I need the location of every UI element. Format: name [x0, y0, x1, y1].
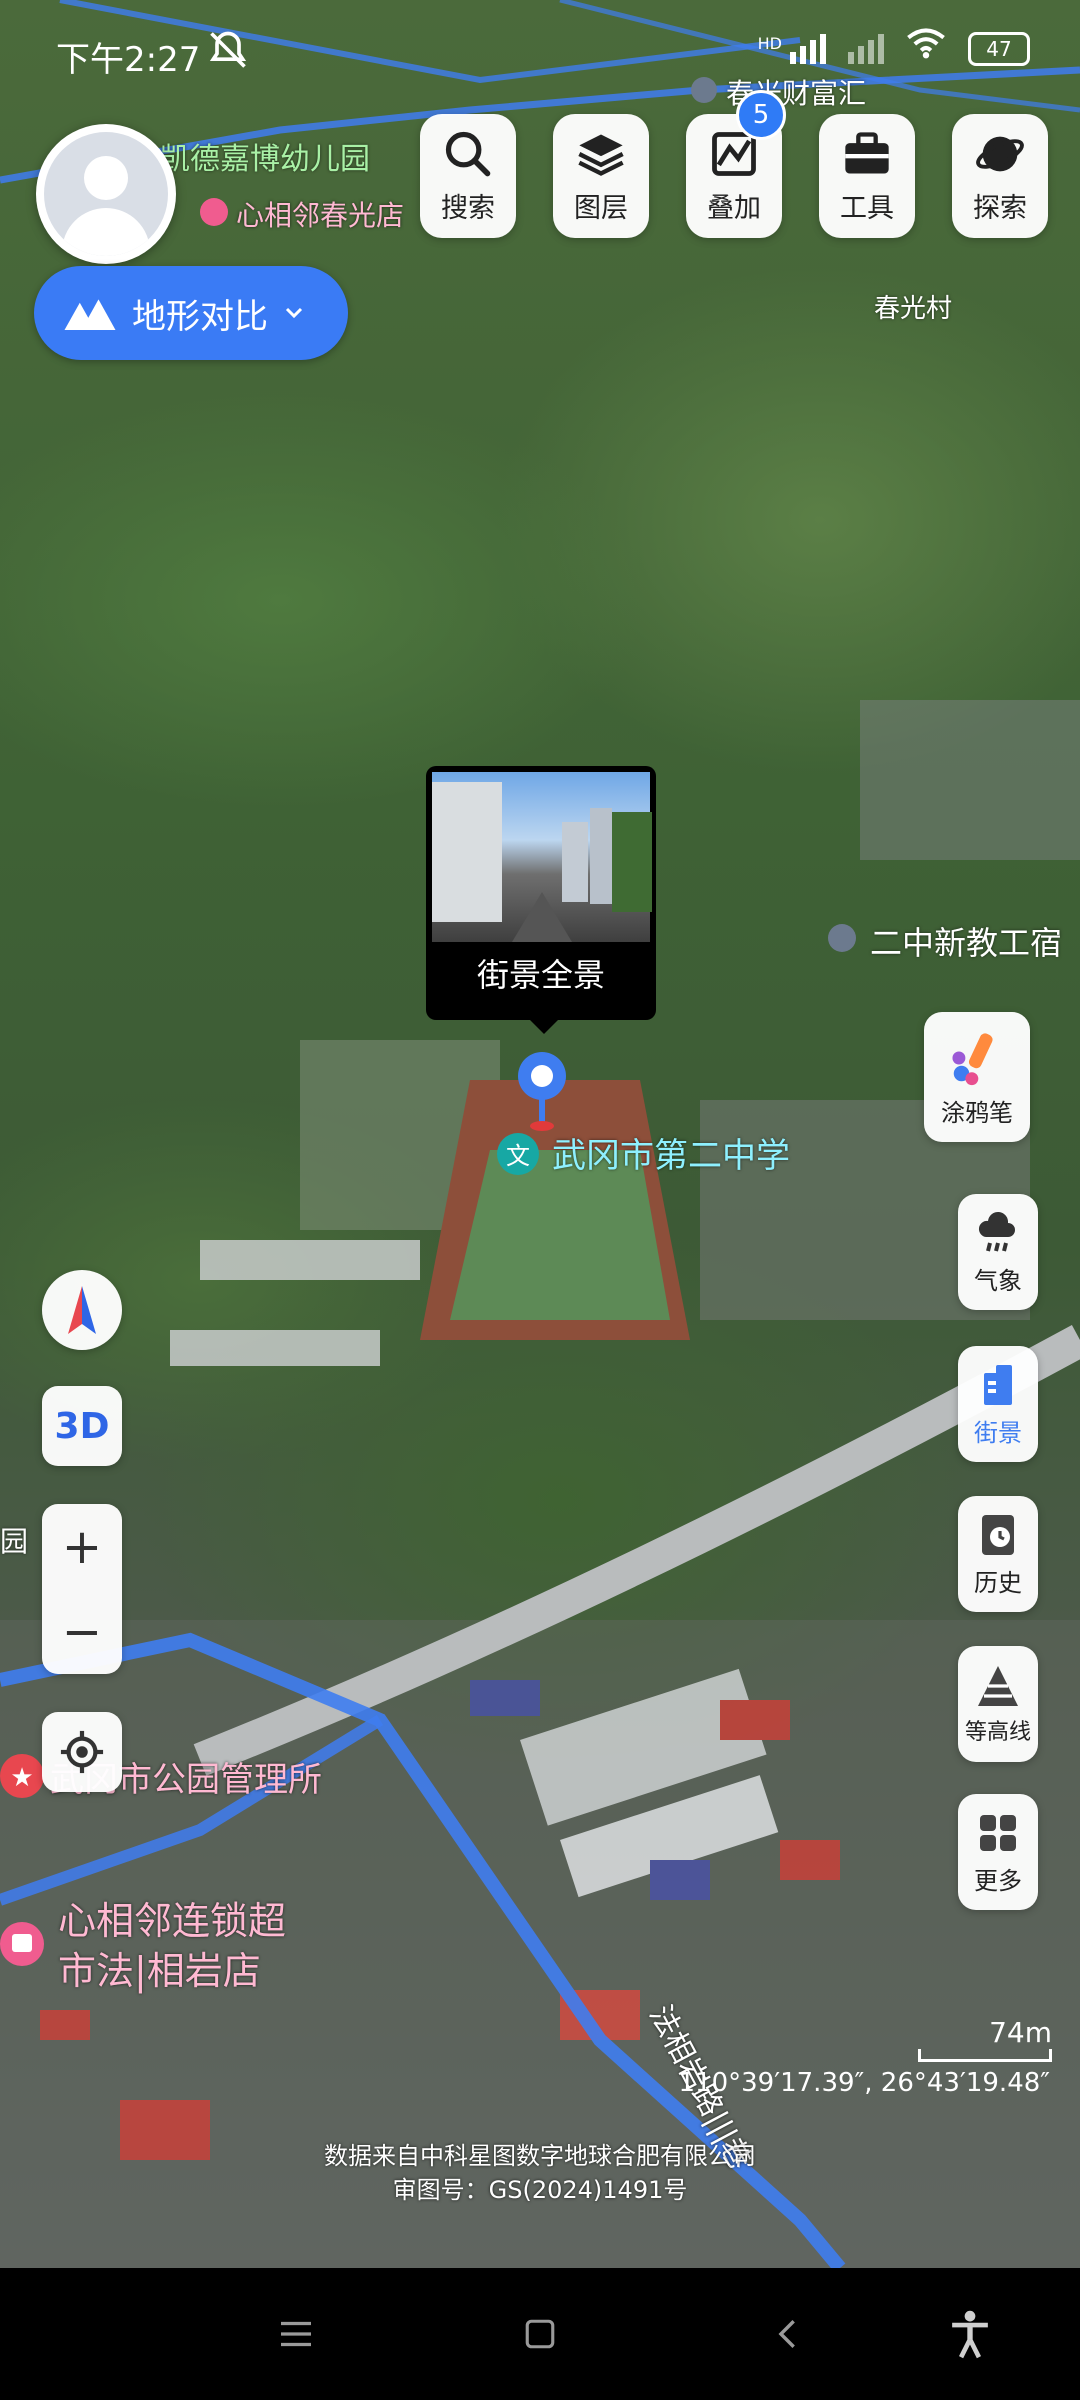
- dorm-marker[interactable]: [828, 924, 856, 952]
- contour-button[interactable]: 等高线: [958, 1646, 1038, 1762]
- contour-label: 等高线: [964, 1720, 1031, 1745]
- battery-icon: 47: [968, 31, 1030, 66]
- mute-icon: [206, 28, 250, 81]
- terrain-compare-label: 地形对比: [132, 296, 268, 337]
- poi-supermarket-line2[interactable]: 市法|相岩店: [58, 1940, 261, 1995]
- supermarket-marker[interactable]: [0, 1922, 44, 1966]
- poi-supermarket-line1[interactable]: 心相邻连锁超: [58, 1890, 286, 1945]
- zoom-out-button[interactable]: −: [42, 1589, 122, 1674]
- street-view-popup-tip: [528, 1018, 560, 1034]
- zoom-in-button[interactable]: +: [42, 1504, 122, 1589]
- signal-icon: HD: [757, 33, 826, 64]
- mountain-icon: [64, 299, 116, 330]
- more-label: 更多: [974, 1866, 1022, 1895]
- layers-label: 图层: [574, 192, 628, 224]
- poi-dorm[interactable]: 二中新教工宿: [870, 918, 1062, 964]
- weather-label: 气象: [974, 1266, 1022, 1295]
- poi-left-fragment: 园: [0, 1525, 29, 1558]
- wifi-icon: [906, 28, 946, 69]
- scale-bar: [918, 2049, 1052, 2062]
- toolbox-icon: [845, 131, 889, 173]
- attribution-line2: 审图号：GS(2024)1491号: [392, 2176, 688, 2204]
- 3d-toggle-button[interactable]: 3D: [42, 1386, 122, 1466]
- history-icon: [982, 1514, 1014, 1555]
- layers-icon: [578, 134, 624, 176]
- system-nav-bar: [0, 2268, 1080, 2400]
- scale-distance: 74m: [989, 2016, 1052, 2049]
- building-marker[interactable]: [691, 77, 717, 103]
- brush-button[interactable]: 涂鸦笔: [924, 1012, 1030, 1142]
- poi-school[interactable]: 武冈市第二中学: [552, 1128, 790, 1177]
- back-icon: [778, 2320, 795, 2348]
- explore-label: 探索: [973, 192, 1027, 224]
- user-avatar[interactable]: [36, 124, 176, 264]
- back-nav-button[interactable]: [758, 2308, 818, 2360]
- layers-button[interactable]: 图层: [553, 114, 649, 238]
- street-view-popup[interactable]: 街景全景: [426, 766, 656, 1020]
- street-view-thumbnail: [432, 772, 652, 942]
- street-view-label: 街景全景: [476, 956, 605, 994]
- svg-text:★: ★: [10, 1763, 33, 1793]
- coordinates-readout: 110°39′17.39″, 26°43′19.48″: [678, 2068, 1050, 2098]
- signal-2-icon: [848, 33, 884, 64]
- street-view-icon: [984, 1364, 1012, 1405]
- menu-icon: [281, 2321, 311, 2347]
- attribution-line1: 数据来自中科星图数字地球合肥有限公司: [324, 2142, 756, 2170]
- map-scale: 74m: [918, 2016, 1052, 2062]
- accessibility-nav-button[interactable]: [940, 2308, 1000, 2360]
- poi-chunguang-village[interactable]: 春光村: [874, 288, 952, 325]
- history-label: 历史: [974, 1568, 1022, 1597]
- explore-button[interactable]: 探索: [952, 114, 1048, 238]
- accessibility-icon: [952, 2310, 988, 2359]
- status-bar: 下午2:27 HD 47: [56, 28, 1030, 81]
- search-button[interactable]: 搜索: [420, 114, 516, 238]
- overlay-label: 叠加: [707, 192, 761, 224]
- contour-icon: [978, 1666, 1018, 1706]
- menu-nav-button[interactable]: [266, 2308, 326, 2360]
- street-view-button[interactable]: 街景: [958, 1346, 1038, 1462]
- brush-icon: [952, 1032, 993, 1085]
- park-office-marker[interactable]: ★: [0, 1754, 44, 1798]
- zoom-control: + −: [42, 1504, 122, 1674]
- locate-button[interactable]: [42, 1712, 122, 1792]
- compass-icon: [68, 1286, 96, 1334]
- status-time: 下午2:27: [56, 40, 201, 80]
- school-marker[interactable]: 文: [497, 1133, 539, 1175]
- home-square-icon: [525, 2319, 555, 2349]
- store-marker[interactable]: [200, 198, 228, 226]
- hd-label: HD: [757, 33, 782, 53]
- poi-store-top[interactable]: 心相邻春光店: [236, 194, 404, 234]
- svg-text:文: 文: [506, 1142, 530, 1170]
- terrain-compare-button[interactable]: 地形对比: [34, 266, 348, 360]
- more-button[interactable]: 更多: [958, 1794, 1038, 1910]
- planet-icon: [976, 136, 1024, 171]
- chevron-down-icon: [285, 307, 303, 319]
- crosshair-icon: [60, 1730, 104, 1774]
- compass-button[interactable]: [42, 1270, 122, 1350]
- weather-button[interactable]: 气象: [958, 1194, 1038, 1310]
- tools-label: 工具: [840, 192, 894, 224]
- history-button[interactable]: 历史: [958, 1496, 1038, 1612]
- brush-label: 涂鸦笔: [941, 1098, 1013, 1127]
- weather-icon: [978, 1211, 1015, 1251]
- battery-level: 47: [986, 36, 1012, 61]
- overlay-button[interactable]: 5 叠加: [686, 90, 786, 238]
- home-nav-button[interactable]: [510, 2308, 570, 2360]
- grid-icon: [980, 1814, 1016, 1851]
- street-view-label-btn: 街景: [974, 1418, 1022, 1447]
- tools-button[interactable]: 工具: [819, 114, 915, 238]
- search-icon: [445, 131, 491, 176]
- search-label: 搜索: [441, 192, 495, 224]
- poi-kindergarten[interactable]: 凯德嘉博幼儿园: [160, 134, 370, 178]
- overlay-badge: 5: [736, 90, 786, 140]
